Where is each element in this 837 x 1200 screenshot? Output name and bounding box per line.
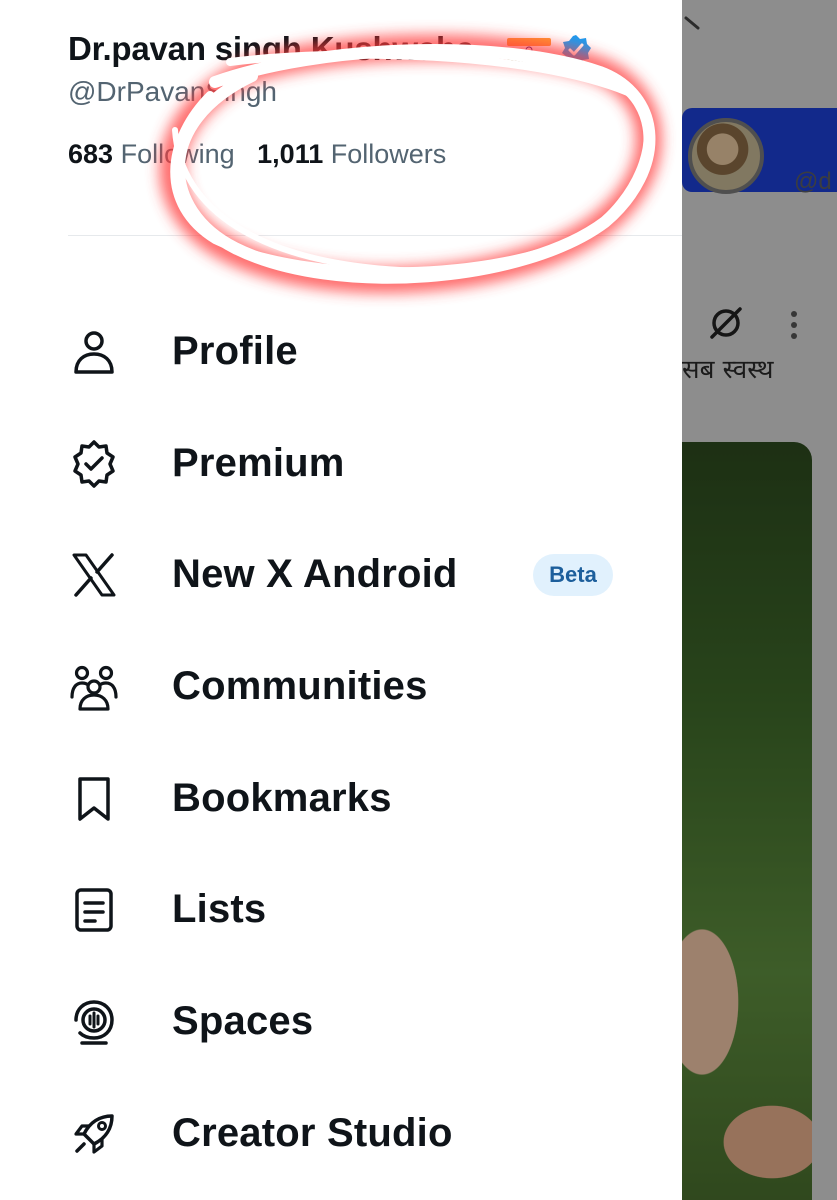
menu-item-spaces[interactable]: Spaces (0, 977, 682, 1067)
menu-item-creator-studio[interactable]: Creator Studio (0, 1089, 682, 1179)
verified-icon (562, 35, 591, 65)
spaces-icon (74, 1000, 114, 1045)
verified-badge-icon (73, 440, 115, 488)
menu-item-lists[interactable]: Lists (0, 865, 682, 955)
following-count: 683 (68, 139, 114, 169)
menu-label-creator-studio: Creator Studio (172, 1111, 453, 1155)
menu-label-profile: Profile (172, 329, 298, 373)
menu-label-communities: Communities (172, 664, 428, 708)
divider (68, 235, 682, 236)
menu-item-profile[interactable]: Profile (0, 307, 682, 397)
display-name[interactable]: Dr.pavan singh Kushwaha (68, 30, 474, 68)
menu-item-premium[interactable]: Premium (0, 419, 682, 509)
following-label: Following (120, 139, 235, 169)
bookmark-icon (78, 777, 110, 821)
india-flag-icon (507, 38, 551, 62)
communities-icon (70, 665, 118, 711)
x-logo-icon (72, 553, 116, 597)
rocket-icon (74, 1114, 114, 1154)
following-link[interactable]: 683 Following (68, 139, 235, 169)
menu-label-premium: Premium (172, 441, 345, 485)
menu-label-lists: Lists (172, 887, 267, 931)
followers-link[interactable]: 1,011 Followers (257, 139, 446, 169)
menu-item-communities[interactable]: Communities (0, 642, 682, 732)
user-handle[interactable]: @DrPavanSingh (68, 76, 277, 108)
menu-label-bookmarks: Bookmarks (172, 776, 392, 820)
list-icon (75, 888, 113, 932)
drawer-scrim[interactable] (682, 0, 837, 1200)
navigation-drawer: Dr.pavan singh Kushwaha @DrPavanSingh 68… (0, 0, 682, 1200)
menu-label-new-x-android: New X Android (172, 552, 458, 596)
followers-label: Followers (330, 139, 447, 169)
menu-item-bookmarks[interactable]: Bookmarks (0, 754, 682, 844)
menu-label-spaces: Spaces (172, 999, 314, 1043)
beta-badge: Beta (533, 554, 613, 596)
followers-count: 1,011 (257, 139, 324, 169)
follow-stats: 683 Following 1,011 Followers (68, 139, 446, 170)
person-icon (74, 331, 114, 374)
